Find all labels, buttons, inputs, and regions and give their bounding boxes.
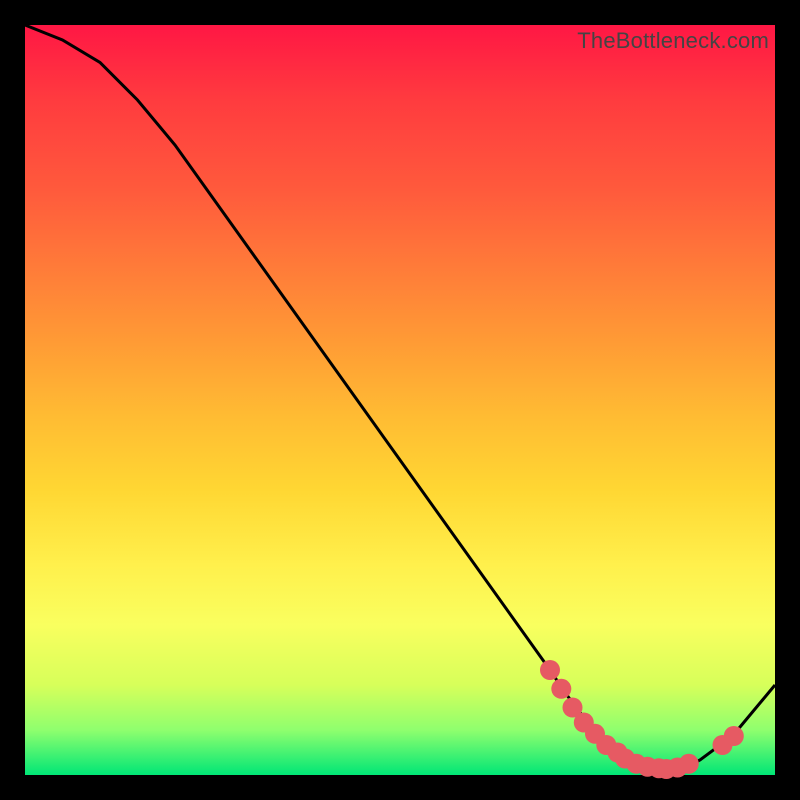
- data-marker: [540, 660, 560, 680]
- chart-frame: TheBottleneck.com: [0, 0, 800, 800]
- marker-group: [540, 660, 744, 779]
- data-marker: [724, 726, 744, 746]
- data-marker: [679, 754, 699, 774]
- data-marker: [551, 679, 571, 699]
- plot-area: TheBottleneck.com: [25, 25, 775, 775]
- curve-layer: [25, 25, 775, 775]
- watermark-text: TheBottleneck.com: [577, 28, 769, 54]
- bottleneck-curve: [25, 25, 775, 771]
